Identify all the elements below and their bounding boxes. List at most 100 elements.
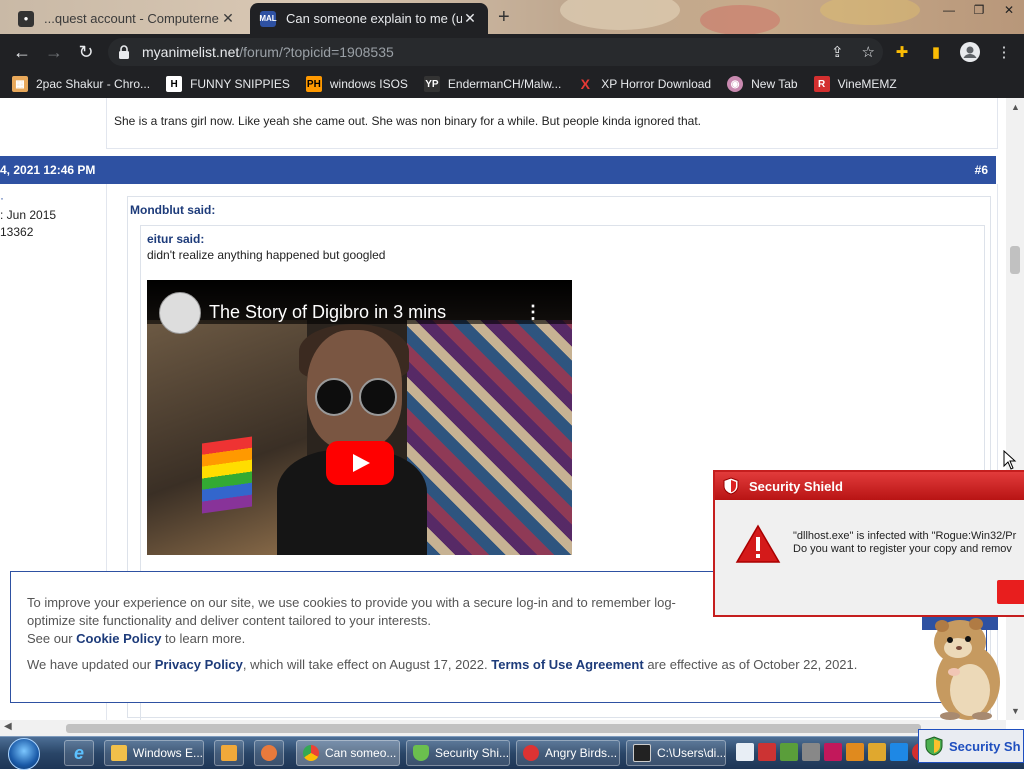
security-shield-tray-popup[interactable]: Security Sh [918, 729, 1024, 763]
globe-icon: ◉ [727, 76, 744, 92]
terms-of-use-link[interactable]: Terms of Use Agreement [491, 657, 643, 672]
bookmark-label: FUNNY SNIPPIES [190, 77, 290, 91]
bookmark-label: XP Horror Download [601, 77, 712, 91]
user-joined: : Jun 2015 [0, 208, 57, 222]
shield-icon [925, 736, 943, 756]
tab-myanimelist[interactable]: MAL Can someone explain to me (unr ✕ [250, 3, 488, 34]
taskbar-item-label: Can someo... [325, 746, 397, 760]
taskbar-windows-explorer[interactable]: Windows E... [104, 740, 204, 766]
bookmark-2pac[interactable]: ▦ 2pac Shakur - Chro... [12, 76, 150, 92]
wallpaper-splash [560, 0, 680, 30]
close-tab-icon[interactable]: ✕ [220, 10, 236, 27]
cookie-policy-link[interactable]: Cookie Policy [76, 631, 161, 646]
youtube-embed[interactable]: The Story of Digibro in 3 mins ⋮ [147, 280, 572, 555]
bookmark-xp-horror[interactable]: X XP Horror Download [577, 76, 712, 92]
taskbar-security-shield[interactable]: Security Shi... [406, 740, 510, 766]
forward-icon[interactable]: → [44, 42, 64, 62]
video-posters [407, 320, 572, 555]
bookmark-vinememz[interactable]: R VineMEMZ [813, 76, 897, 92]
play-button-icon[interactable] [326, 441, 394, 485]
bookmark-star-icon[interactable]: ☆ [862, 43, 875, 61]
scroll-down-icon[interactable]: ▼ [1011, 706, 1020, 716]
minimize-icon[interactable]: — [934, 0, 964, 20]
popup-title-bar[interactable]: Security Shield [715, 472, 1024, 500]
angry-birds-icon [523, 745, 539, 761]
system-tray [736, 743, 930, 761]
forum-page: She is a trans girl now. Like yeah she c… [0, 98, 1006, 720]
back-icon[interactable]: ← [12, 42, 32, 62]
post-header-bar: 4, 2021 12:46 PM #6 [0, 156, 996, 184]
video-title[interactable]: The Story of Digibro in 3 mins [209, 302, 446, 323]
share-icon[interactable]: ⇪ [831, 43, 844, 61]
wallpaper-splash [820, 0, 920, 25]
bookmark-endermanch[interactable]: YP EndermanCH/Malw... [423, 76, 561, 92]
tray-gear-icon[interactable] [802, 743, 820, 761]
tab-title: ...quest account - Computerne [44, 11, 219, 26]
cookie-text-line4: We have updated our Privacy Policy, whic… [27, 656, 857, 674]
window-controls: — ❐ ✕ [934, 0, 1024, 20]
media-player-icon [221, 745, 237, 761]
scroll-left-icon[interactable]: ◀ [4, 721, 12, 732]
extensions-puzzle-icon[interactable]: ✚ [892, 42, 912, 62]
outer-quote-author[interactable]: Mondblut said: [130, 203, 215, 217]
cookie-line4-suffix: are effective as of October 22, 2021. [647, 657, 858, 672]
warning-triangle-icon [735, 524, 781, 563]
address-bar[interactable]: myanimelist.net/forum/?topicid=1908535 ⇪… [108, 38, 883, 66]
taskbar-paint-pin[interactable] [254, 740, 284, 766]
tray-v-icon[interactable] [824, 743, 842, 761]
tray-search-icon[interactable] [736, 743, 754, 761]
close-tab-icon[interactable]: ✕ [462, 10, 478, 27]
bookmark-windows-isos[interactable]: PH windows ISOS [305, 76, 408, 92]
security-tray-label: Security Sh [949, 738, 1021, 754]
horizontal-scroll-thumb[interactable] [66, 724, 921, 733]
browser-toolbar: ← → ↻ myanimelist.net/forum/?topicid=190… [0, 34, 1024, 70]
channel-avatar[interactable] [159, 292, 201, 334]
tray-x-icon[interactable] [758, 743, 776, 761]
tray-shield-icon[interactable] [780, 743, 798, 761]
shield-icon [413, 745, 429, 761]
bookmark-label: New Tab [751, 77, 798, 91]
7zip-icon [633, 744, 651, 762]
inner-quote-author[interactable]: eitur said: [147, 232, 204, 246]
taskbar-chrome[interactable]: Can someo... [296, 740, 400, 766]
side-panel-icon[interactable]: ▮ [926, 42, 946, 62]
tray-magnifier-icon[interactable] [846, 743, 864, 761]
taskbar-angry-birds[interactable]: Angry Birds... [516, 740, 620, 766]
windows-taskbar: e Windows E... Can someo... Security Shi… [0, 736, 1024, 770]
bookmark-new-tab[interactable]: ◉ New Tab [727, 76, 798, 92]
vertical-scroll-thumb[interactable] [1010, 246, 1020, 274]
bookmark-funny-snippies[interactable]: H FUNNY SNIPPIES [166, 76, 290, 92]
tab-computernewb[interactable]: ● ...quest account - Computerne ✕ [8, 3, 246, 34]
popup-message-line2: Do you want to register your copy and re… [793, 543, 1012, 555]
hamster-desktop-pet[interactable] [920, 612, 1010, 722]
restore-icon[interactable]: ❐ [964, 0, 994, 20]
new-tab-icon[interactable]: + [498, 6, 510, 29]
tab-title: Can someone explain to me (unr [286, 11, 462, 26]
shield-icon [723, 477, 739, 495]
scroll-up-icon[interactable]: ▲ [1011, 102, 1020, 112]
profile-avatar-icon[interactable] [960, 42, 980, 62]
tray-person-icon[interactable] [868, 743, 886, 761]
bookmark-label: windows ISOS [329, 77, 408, 91]
security-shield-popup: Security Shield "dllhost.exe" is infecte… [713, 470, 1024, 617]
reload-icon[interactable]: ↻ [76, 42, 96, 62]
privacy-policy-link[interactable]: Privacy Policy [155, 657, 243, 672]
popup-title: Security Shield [749, 478, 843, 494]
person-glasses [315, 378, 397, 416]
taskbar-7zip[interactable]: C:\Users\di... [626, 740, 726, 766]
inner-quote-text: didn't realize anything happened but goo… [147, 248, 386, 262]
taskbar-ie-pin[interactable]: e [64, 740, 94, 766]
chrome-icon [303, 745, 319, 761]
start-orb-icon[interactable] [8, 738, 40, 770]
cookie-text-line2: optimize site functionality and deliver … [27, 613, 431, 628]
user-link-fragment[interactable]: · [0, 190, 56, 207]
popup-action-button[interactable] [997, 580, 1024, 604]
post-number-link[interactable]: #6 [975, 163, 988, 177]
menu-kebab-icon[interactable]: ⋮ [994, 42, 1014, 62]
horizontal-scrollbar[interactable]: ◀ [0, 720, 1006, 736]
video-menu-icon[interactable]: ⋮ [524, 302, 542, 323]
taskbar-media-pin[interactable] [214, 740, 244, 766]
x-logo-icon: X [580, 76, 590, 92]
close-window-icon[interactable]: ✕ [994, 0, 1024, 20]
tray-monitor-icon[interactable] [890, 743, 908, 761]
